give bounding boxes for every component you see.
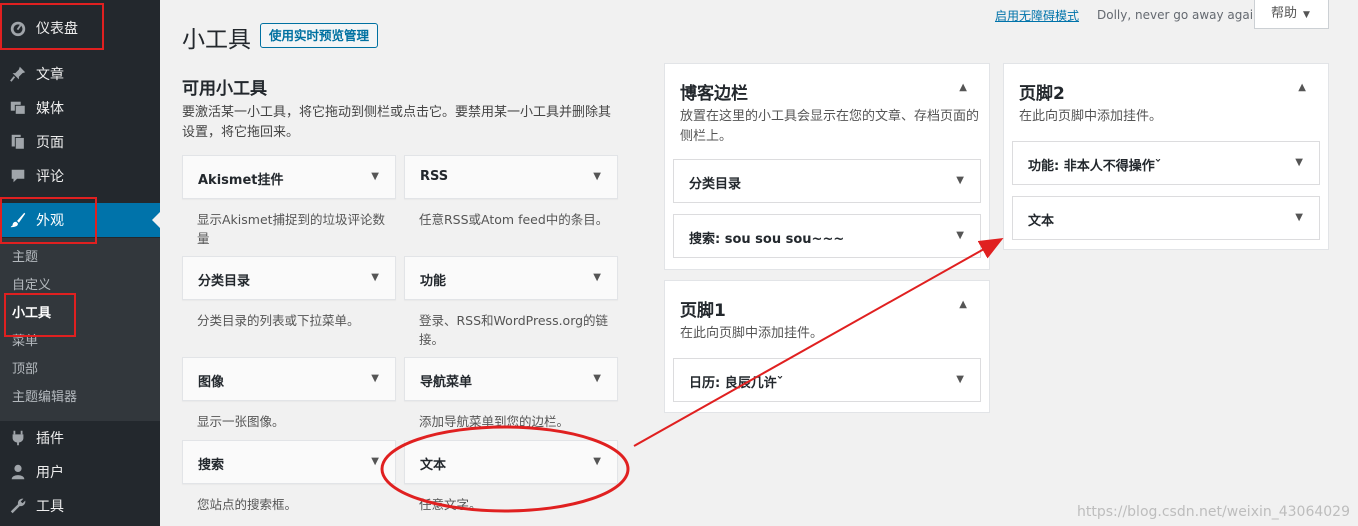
menu-item-posts[interactable]: 文章 bbox=[0, 57, 160, 91]
sidebar-area-footer1: 页脚1 ▲ 在此向页脚中添加挂件。 日历: 良辰几许ˇ ▼ bbox=[664, 280, 990, 413]
expand-arrow-icon[interactable]: ▼ bbox=[371, 171, 379, 182]
pin-icon bbox=[9, 65, 27, 83]
hello-dolly-text: Dolly, never go away again bbox=[1097, 8, 1261, 22]
sidebar-area-description: 在此向页脚中添加挂件。 bbox=[680, 326, 824, 341]
widget-meta[interactable]: 功能 ▼ bbox=[404, 256, 618, 300]
placed-widget-categories[interactable]: 分类目录 ▼ bbox=[673, 159, 981, 203]
widget-akismet[interactable]: Akismet挂件 ▼ bbox=[182, 155, 396, 199]
wrench-icon bbox=[9, 497, 27, 515]
expand-arrow-icon[interactable]: ▼ bbox=[593, 171, 601, 182]
expand-arrow-icon[interactable]: ▼ bbox=[956, 374, 964, 385]
widget-description: 添加导航菜单到您的边栏。 bbox=[419, 414, 570, 429]
widget-title: 搜索: sou sou sou~~~ bbox=[689, 232, 845, 247]
widget-text[interactable]: 文本 ▼ bbox=[404, 440, 618, 484]
media-icon bbox=[9, 99, 27, 117]
widget-title: 功能 bbox=[420, 274, 447, 289]
widget-title: 文本 bbox=[420, 458, 447, 473]
submenu-item-header[interactable]: 顶部 bbox=[12, 360, 38, 380]
menu-item-pages[interactable]: 页面 bbox=[0, 125, 160, 159]
help-label: 帮助 bbox=[1271, 6, 1298, 21]
menu-item-users[interactable]: 用户 bbox=[0, 455, 160, 489]
menu-item-label: 页面 bbox=[36, 135, 64, 151]
widget-description: 登录、RSS和WordPress.org的链接。 bbox=[419, 313, 609, 347]
menu-item-label: 评论 bbox=[36, 169, 64, 185]
collapse-arrow-icon[interactable]: ▲ bbox=[959, 82, 967, 93]
menu-item-label: 文章 bbox=[36, 67, 64, 83]
expand-arrow-icon[interactable]: ▼ bbox=[371, 373, 379, 384]
widget-title: 日历: 良辰几许ˇ bbox=[689, 376, 784, 391]
available-widgets-description: 要激活某一小工具，将它拖动到侧栏或点击它。要禁用某一小工具并删除其设置，将它拖回… bbox=[182, 105, 612, 140]
widget-description: 分类目录的列表或下拉菜单。 bbox=[197, 313, 360, 328]
plugin-icon bbox=[9, 429, 27, 447]
menu-item-plugins[interactable]: 插件 bbox=[0, 421, 160, 455]
menu-item-tools[interactable]: 工具 bbox=[0, 489, 160, 523]
menu-item-media[interactable]: 媒体 bbox=[0, 91, 160, 125]
sidebar-area-title: 页脚2 bbox=[1019, 84, 1065, 104]
menu-item-label: 插件 bbox=[36, 431, 64, 447]
submenu-item-themes[interactable]: 主题 bbox=[12, 248, 38, 268]
expand-arrow-icon[interactable]: ▼ bbox=[371, 456, 379, 467]
page-icon bbox=[9, 133, 27, 151]
sidebar-area-footer2: 页脚2 ▲ 在此向页脚中添加挂件。 功能: 非本人不得操作ˇ ▼ 文本 ▼ bbox=[1003, 63, 1329, 250]
user-icon bbox=[9, 463, 27, 481]
menu-item-comments[interactable]: 评论 bbox=[0, 159, 160, 193]
widget-description: 您站点的搜索框。 bbox=[197, 497, 298, 512]
widget-title: Akismet挂件 bbox=[198, 173, 284, 188]
widget-title: 导航菜单 bbox=[420, 375, 473, 390]
sidebar-area-description: 放置在这里的小工具会显示在您的文章、存档页面的侧栏上。 bbox=[680, 109, 980, 144]
comment-icon bbox=[9, 167, 27, 185]
widget-nav-menu[interactable]: 导航菜单 ▼ bbox=[404, 357, 618, 401]
widget-title: RSS bbox=[420, 169, 449, 184]
sidebar-area-title: 页脚1 bbox=[680, 301, 726, 321]
placed-widget-text[interactable]: 文本 ▼ bbox=[1012, 196, 1320, 240]
placed-widget-meta[interactable]: 功能: 非本人不得操作ˇ ▼ bbox=[1012, 141, 1320, 185]
widget-description: 任意RSS或Atom feed中的条目。 bbox=[419, 212, 609, 227]
widget-title: 分类目录 bbox=[198, 274, 251, 289]
admin-sidebar: 仪表盘 文章 媒体 页面 评论 外观 主题 自定义 小工具 菜单 顶部 主题编辑… bbox=[0, 0, 160, 526]
page-title: 小工具 bbox=[182, 27, 251, 53]
help-tab[interactable]: 帮助 ▼ bbox=[1254, 0, 1329, 29]
menu-item-label: 媒体 bbox=[36, 101, 64, 117]
widget-title: 文本 bbox=[1028, 214, 1055, 229]
widget-title: 搜索 bbox=[198, 458, 225, 473]
expand-arrow-icon[interactable]: ▼ bbox=[593, 373, 601, 384]
collapse-arrow-icon[interactable]: ▲ bbox=[1298, 82, 1306, 93]
available-widgets-title: 可用小工具 bbox=[182, 79, 267, 99]
enable-accessibility-mode-link[interactable]: 启用无障碍模式 bbox=[995, 7, 1079, 24]
widget-rss[interactable]: RSS ▼ bbox=[404, 155, 618, 199]
widget-title: 功能: 非本人不得操作ˇ bbox=[1028, 159, 1162, 174]
sidebar-area-blog: 博客边栏 ▲ 放置在这里的小工具会显示在您的文章、存档页面的侧栏上。 分类目录 ▼… bbox=[664, 63, 990, 270]
highlight-box-widgets bbox=[4, 293, 76, 337]
expand-arrow-icon[interactable]: ▼ bbox=[956, 230, 964, 241]
expand-arrow-icon[interactable]: ▼ bbox=[1295, 157, 1303, 168]
sidebar-area-description: 在此向页脚中添加挂件。 bbox=[1019, 109, 1163, 124]
expand-arrow-icon[interactable]: ▼ bbox=[593, 456, 601, 467]
expand-arrow-icon[interactable]: ▼ bbox=[371, 272, 379, 283]
widget-title: 图像 bbox=[198, 375, 225, 390]
widget-categories[interactable]: 分类目录 ▼ bbox=[182, 256, 396, 300]
expand-arrow-icon[interactable]: ▼ bbox=[593, 272, 601, 283]
highlight-box-dashboard bbox=[0, 3, 104, 50]
caret-down-icon: ▼ bbox=[1303, 10, 1310, 20]
current-menu-arrow bbox=[152, 212, 160, 228]
expand-arrow-icon[interactable]: ▼ bbox=[956, 175, 964, 186]
widget-description: 显示一张图像。 bbox=[197, 414, 285, 429]
placed-widget-search[interactable]: 搜索: sou sou sou~~~ ▼ bbox=[673, 214, 981, 258]
menu-item-label: 用户 bbox=[36, 465, 64, 481]
widget-title: 分类目录 bbox=[689, 177, 742, 192]
widget-search[interactable]: 搜索 ▼ bbox=[182, 440, 396, 484]
widget-description: 显示Akismet捕捉到的垃圾评论数量 bbox=[197, 212, 386, 246]
menu-item-label: 工具 bbox=[36, 499, 64, 515]
sidebar-area-title: 博客边栏 bbox=[680, 84, 748, 104]
placed-widget-calendar[interactable]: 日历: 良辰几许ˇ ▼ bbox=[673, 358, 981, 402]
watermark: https://blog.csdn.net/weixin_43064029 bbox=[1076, 504, 1350, 520]
highlight-box-appearance bbox=[0, 197, 97, 244]
collapse-arrow-icon[interactable]: ▲ bbox=[959, 299, 967, 310]
expand-arrow-icon[interactable]: ▼ bbox=[1295, 212, 1303, 223]
manage-with-live-preview-button[interactable]: 使用实时预览管理 bbox=[260, 23, 379, 48]
submenu-item-theme-editor[interactable]: 主题编辑器 bbox=[12, 388, 77, 408]
widget-description: 任意文字。 bbox=[419, 497, 482, 512]
widget-image[interactable]: 图像 ▼ bbox=[182, 357, 396, 401]
